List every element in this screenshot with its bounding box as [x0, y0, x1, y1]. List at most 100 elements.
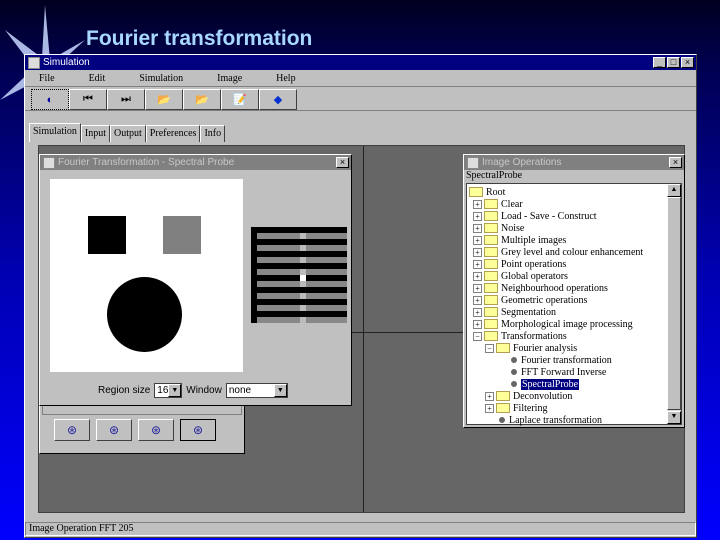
tree-item[interactable]: − Fourier analysis — [485, 342, 577, 354]
magnify-image-icon: ⊛ — [108, 423, 120, 437]
help-button[interactable]: ◆ — [259, 89, 297, 110]
folder-icon — [484, 259, 498, 269]
collapse-icon[interactable]: − — [473, 331, 482, 341]
tree-item[interactable]: + Multiple images — [473, 234, 566, 246]
tree-item-label: Noise — [501, 222, 525, 234]
magnify-image-icon: ⊛ — [150, 423, 162, 437]
tab-output[interactable]: Output — [110, 125, 146, 142]
folder-icon — [484, 211, 498, 221]
expand-icon[interactable]: + — [485, 403, 494, 413]
title-bar: Simulation _ □ × — [25, 55, 696, 70]
tree-item[interactable]: SpectralProbe — [497, 378, 580, 390]
menu-image[interactable]: Image — [217, 73, 242, 84]
menu-edit[interactable]: Edit — [89, 73, 106, 84]
operation-button[interactable]: ⊛ — [180, 419, 216, 441]
tree-item[interactable]: + Geometric operations — [473, 294, 587, 306]
folder-icon — [484, 271, 498, 281]
tree-item-label: FFT Forward Inverse — [521, 366, 607, 378]
magnify-image-icon: ⊛ — [66, 423, 78, 437]
minimize-button[interactable]: _ — [653, 57, 666, 68]
folder-icon — [484, 247, 498, 257]
tree-item[interactable]: + Noise — [473, 222, 524, 234]
tab-info[interactable]: Info — [200, 125, 226, 142]
skip-back-button[interactable]: ⏮ — [69, 89, 107, 110]
open-image-button[interactable]: 📂 — [183, 89, 221, 110]
tree-item[interactable]: + Deconvolution — [485, 390, 572, 402]
expand-icon[interactable]: + — [473, 307, 482, 317]
maximize-button[interactable]: □ — [667, 57, 680, 68]
tree-item[interactable]: Root — [469, 186, 505, 198]
workspace: ⊛ ⊛ ⊛ ⊛ Fourier Transformation - Spectra… — [38, 145, 685, 513]
menu-file[interactable]: File — [39, 73, 55, 84]
tree-item[interactable]: Fourier transformation — [497, 354, 612, 366]
expand-icon[interactable]: + — [473, 247, 482, 257]
operation-button[interactable]: ⊛ — [138, 419, 174, 441]
tree-item[interactable]: FFT Forward Inverse — [497, 366, 606, 378]
folder-icon — [469, 187, 483, 197]
tree-item-label: Global operators — [501, 270, 568, 282]
tree-item-label: Root — [486, 186, 506, 198]
tree-item[interactable]: + Neighbourhood operations — [473, 282, 608, 294]
expand-icon[interactable]: + — [473, 283, 482, 293]
collapse-icon[interactable]: − — [485, 343, 494, 353]
tree-item[interactable]: + Clear — [473, 198, 523, 210]
skip-forward-button[interactable]: ⏭ — [107, 89, 145, 110]
menu-help[interactable]: Help — [276, 73, 295, 84]
tree-item-label: Deconvolution — [513, 390, 573, 402]
tab-preferences[interactable]: Preferences — [145, 125, 201, 142]
scrollbar[interactable]: ▲ ▼ — [667, 184, 681, 424]
tree-item[interactable]: + Filtering — [485, 402, 547, 414]
tree-item[interactable]: − Transformations — [473, 330, 567, 342]
operation-button[interactable]: ⊛ — [54, 419, 90, 441]
tree-item[interactable]: Laplace transformation — [485, 414, 602, 426]
status-bar: Image Operation FFT 205 — [25, 522, 696, 536]
expand-icon[interactable]: + — [473, 211, 482, 221]
tab-input[interactable]: Input — [80, 125, 111, 142]
window-title: Simulation — [43, 57, 90, 68]
expand-icon[interactable]: + — [473, 319, 482, 329]
help-icon: ◆ — [273, 94, 283, 106]
tree-item[interactable]: + Load - Save - Construct — [473, 210, 597, 222]
scroll-down-button[interactable]: ▼ — [667, 411, 681, 424]
leaf-icon — [511, 357, 517, 363]
expand-icon[interactable]: + — [473, 295, 482, 305]
skip-back-icon: ⏮ — [83, 93, 93, 105]
stop-button[interactable]: ◐ — [31, 89, 69, 110]
chevron-down-icon: ▼ — [168, 384, 182, 397]
tree-item[interactable]: + Point operations — [473, 258, 566, 270]
dialog-title: Image Operations — [482, 157, 562, 168]
operation-button[interactable]: ⊛ — [96, 419, 132, 441]
scroll-thumb[interactable] — [667, 197, 681, 410]
expand-icon[interactable]: + — [485, 391, 494, 401]
edit-icon: 📝 — [233, 94, 247, 106]
dialog-title-bar: Fourier Transformation - Spectral Probe … — [40, 155, 351, 170]
tree-item-label: Fourier analysis — [513, 342, 578, 354]
expand-icon[interactable]: + — [473, 235, 482, 245]
tree-item[interactable]: + Global operators — [473, 270, 568, 282]
menu-simulation[interactable]: Simulation — [139, 73, 183, 84]
tab-simulation[interactable]: Simulation — [29, 123, 81, 142]
open-folder-icon: 📂 — [195, 94, 209, 106]
window-select[interactable]: none ▼ — [225, 383, 288, 398]
folder-icon — [484, 331, 498, 341]
open-button[interactable]: 📂 — [145, 89, 183, 110]
leaf-icon — [499, 417, 505, 423]
close-button[interactable]: × — [336, 157, 349, 168]
input-image[interactable] — [50, 179, 243, 372]
tree-item[interactable]: + Grey level and colour enhancement — [473, 246, 643, 258]
tree-item[interactable]: + Segmentation — [473, 306, 556, 318]
folder-icon — [496, 391, 510, 401]
expand-icon[interactable]: + — [473, 259, 482, 269]
close-button[interactable]: × — [681, 57, 694, 68]
expand-icon[interactable]: + — [473, 223, 482, 233]
folder-icon — [484, 295, 498, 305]
region-size-select[interactable]: 16 ▼ — [154, 383, 183, 398]
expand-icon[interactable]: + — [473, 199, 482, 209]
scroll-up-button[interactable]: ▲ — [667, 184, 681, 197]
close-button[interactable]: × — [669, 157, 682, 168]
edit-button[interactable]: 📝 — [221, 89, 259, 110]
tree-item-label: Point operations — [501, 258, 567, 270]
tree-item[interactable]: + Morphological image processing — [473, 318, 633, 330]
expand-icon[interactable]: + — [473, 271, 482, 281]
tree-item-label: Neighbourhood operations — [501, 282, 608, 294]
